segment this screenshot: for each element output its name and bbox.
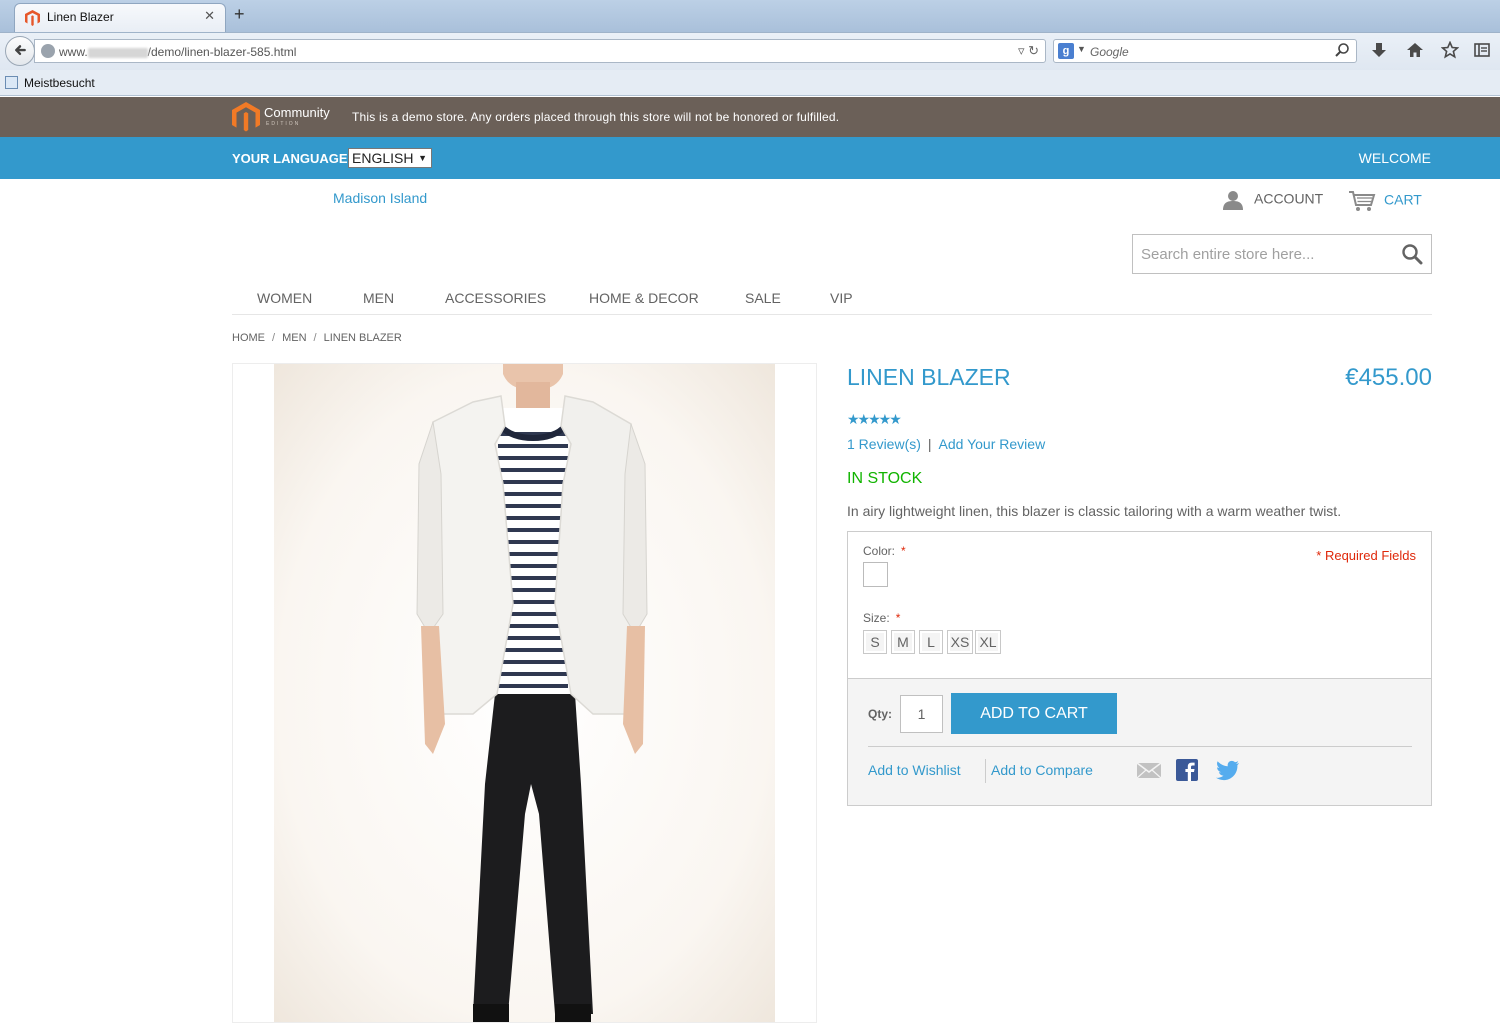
required-mark: * bbox=[895, 611, 901, 625]
magento-logo-icon bbox=[232, 102, 260, 132]
twitter-icon[interactable] bbox=[1215, 758, 1241, 782]
product-options: Color: * * Required Fields Size: * S M L X… bbox=[847, 531, 1432, 679]
stock-status: IN STOCK bbox=[847, 470, 923, 487]
product-description: In airy lightweight linen, this blazer i… bbox=[847, 503, 1342, 519]
add-review-link[interactable]: Add Your Review bbox=[939, 436, 1046, 452]
magento-favicon-icon bbox=[25, 10, 40, 26]
required-fields-note: * Required Fields bbox=[1316, 548, 1416, 563]
reload-icon[interactable]: ▿ ↻ bbox=[1018, 43, 1039, 59]
cart-label: CART bbox=[1384, 191, 1422, 208]
add-to-wishlist-link[interactable]: Add to Wishlist bbox=[868, 762, 961, 778]
rating-stars: ★★★★★ bbox=[847, 411, 902, 427]
url-bar[interactable]: www./demo/linen-blazer-585.html ▿ ↻ bbox=[34, 39, 1046, 63]
bookmark-star-icon[interactable] bbox=[1441, 41, 1459, 59]
search-icon[interactable] bbox=[1401, 243, 1423, 265]
nav-item-vip[interactable]: VIP bbox=[830, 290, 853, 306]
chevron-down-icon: ▼ bbox=[418, 153, 427, 163]
product-title: LINEN BLAZER bbox=[847, 364, 1011, 390]
add-to-cart-button[interactable]: ADD TO CART bbox=[951, 693, 1117, 734]
site-identity-icon[interactable] bbox=[41, 44, 55, 58]
main-navigation: WOMEN MEN ACCESSORIES HOME & DECOR SALE … bbox=[232, 289, 1432, 315]
nav-item-accessories[interactable]: ACCESSORIES bbox=[445, 290, 546, 306]
cart-link[interactable]: CART bbox=[1348, 190, 1422, 212]
tab-close-icon[interactable]: ✕ bbox=[204, 8, 215, 24]
size-label: Size: * bbox=[863, 611, 901, 625]
community-edition-label: Community bbox=[264, 105, 330, 120]
browser-search-input[interactable]: Google bbox=[1090, 45, 1129, 59]
language-bar: YOUR LANGUAGE: ENGLISH ▼ WELCOME bbox=[0, 137, 1500, 179]
product-photo bbox=[274, 364, 775, 1022]
store-search-input[interactable] bbox=[1133, 235, 1393, 273]
bookmarks-toolbar: Meistbesucht bbox=[0, 70, 1500, 96]
account-label: ACCOUNT bbox=[1254, 190, 1324, 207]
tab-title: Linen Blazer bbox=[47, 10, 114, 24]
store-logo-link[interactable]: Madison Island bbox=[333, 190, 427, 206]
add-to-compare-link[interactable]: Add to Compare bbox=[991, 762, 1093, 778]
divider bbox=[985, 759, 986, 783]
reviews-links: 1 Review(s) | Add Your Review bbox=[847, 436, 1045, 452]
edition-sublabel: EDITION bbox=[266, 121, 301, 127]
store-search-box bbox=[1132, 234, 1432, 274]
reviews-separator: | bbox=[927, 436, 932, 452]
size-option-xl[interactable]: XL bbox=[975, 630, 1001, 654]
bookmark-folder-icon[interactable] bbox=[5, 76, 18, 89]
browser-tab-bar: Linen Blazer ✕ + bbox=[0, 0, 1500, 32]
divider bbox=[868, 746, 1412, 747]
breadcrumb-separator: / bbox=[313, 332, 317, 344]
bookmarks-menu-icon[interactable] bbox=[1473, 41, 1491, 59]
engine-dropdown-icon[interactable]: ▼ bbox=[1077, 44, 1086, 54]
browser-search-bar[interactable]: g ▼ Google bbox=[1053, 39, 1357, 63]
user-icon bbox=[1223, 191, 1243, 210]
url-redacted bbox=[87, 47, 148, 58]
breadcrumb-home[interactable]: HOME bbox=[232, 332, 265, 344]
reviews-count-link[interactable]: 1 Review(s) bbox=[847, 436, 921, 452]
size-option-l[interactable]: L bbox=[919, 630, 943, 654]
browser-tab[interactable]: Linen Blazer ✕ bbox=[14, 3, 226, 32]
qty-input[interactable]: 1 bbox=[900, 695, 943, 733]
bookmark-most-visited[interactable]: Meistbesucht bbox=[24, 76, 95, 90]
language-value: ENGLISH bbox=[352, 150, 414, 166]
product-price: €455.00 bbox=[1345, 364, 1432, 391]
size-option-s[interactable]: S bbox=[863, 630, 887, 654]
email-icon[interactable] bbox=[1136, 758, 1162, 782]
nav-item-sale[interactable]: SALE bbox=[745, 290, 781, 306]
qty-label: Qty: bbox=[868, 707, 892, 721]
download-icon[interactable] bbox=[1370, 41, 1388, 59]
nav-item-home-decor[interactable]: HOME & DECOR bbox=[589, 290, 699, 306]
breadcrumb-current: LINEN BLAZER bbox=[323, 332, 402, 344]
language-label: YOUR LANGUAGE: bbox=[232, 151, 352, 166]
required-mark: * bbox=[901, 544, 906, 558]
home-icon[interactable] bbox=[1406, 41, 1424, 59]
breadcrumb-men[interactable]: MEN bbox=[282, 332, 306, 344]
color-swatch[interactable] bbox=[863, 562, 888, 587]
demo-notice-bar: Community EDITION This is a demo store. … bbox=[0, 97, 1500, 137]
back-button[interactable] bbox=[5, 36, 35, 66]
product-image[interactable] bbox=[232, 363, 817, 1023]
breadcrumb-separator: / bbox=[272, 332, 276, 344]
breadcrumb: HOME / MEN / LINEN BLAZER bbox=[232, 332, 402, 344]
color-label: Color: * bbox=[863, 544, 906, 558]
welcome-message: WELCOME bbox=[1358, 150, 1431, 166]
nav-item-men[interactable]: MEN bbox=[363, 290, 394, 306]
demo-notice-text: This is a demo store. Any orders placed … bbox=[352, 110, 840, 124]
nav-item-women[interactable]: WOMEN bbox=[257, 290, 312, 306]
google-icon[interactable]: g bbox=[1058, 43, 1074, 59]
size-option-xs[interactable]: XS bbox=[947, 630, 973, 654]
browser-nav-bar: www./demo/linen-blazer-585.html ▿ ↻ g ▼ … bbox=[0, 32, 1500, 70]
search-icon[interactable] bbox=[1334, 42, 1350, 58]
size-option-m[interactable]: M bbox=[891, 630, 915, 654]
add-to-cart-box: Qty: 1 ADD TO CART Add to Wishlist Add t… bbox=[847, 678, 1432, 806]
url-text[interactable]: www./demo/linen-blazer-585.html bbox=[59, 45, 296, 59]
back-arrow-icon bbox=[15, 45, 26, 56]
cart-icon bbox=[1349, 191, 1376, 211]
facebook-icon[interactable] bbox=[1175, 758, 1201, 782]
account-link[interactable]: ACCOUNT bbox=[1222, 190, 1323, 210]
new-tab-button[interactable]: + bbox=[234, 4, 245, 25]
language-select[interactable]: ENGLISH ▼ bbox=[348, 148, 432, 168]
